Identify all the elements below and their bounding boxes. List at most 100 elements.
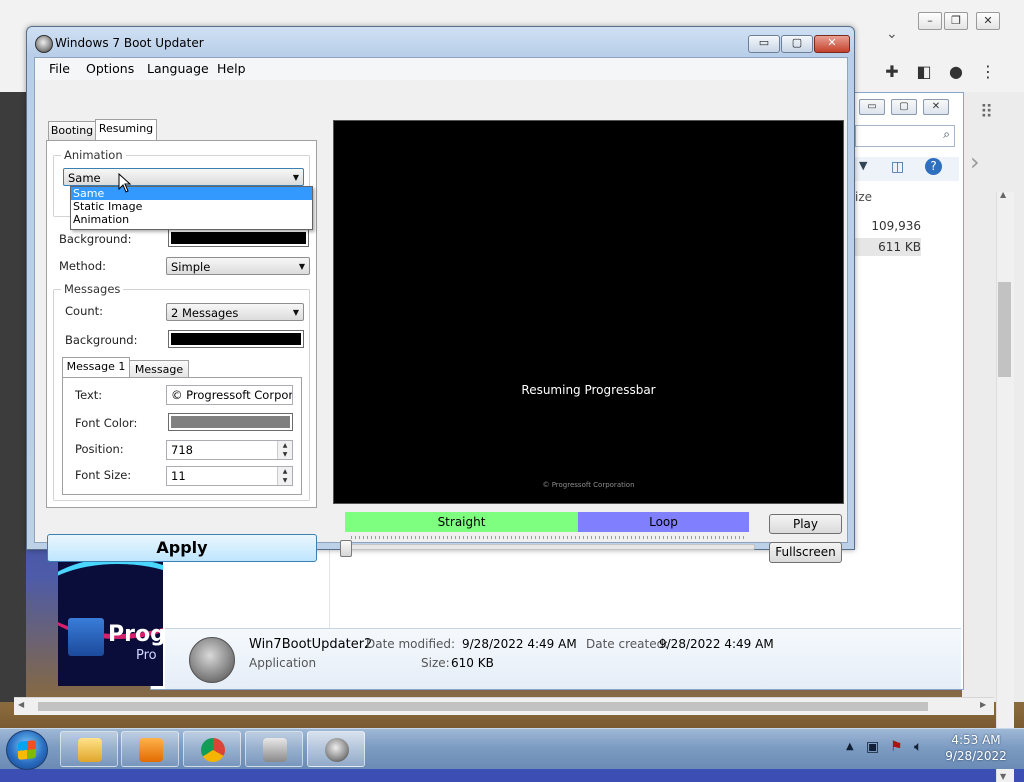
start-button[interactable]: [6, 730, 48, 770]
tab-booting[interactable]: Booting: [48, 121, 96, 140]
message-count-select[interactable]: 2 Messages ▼: [166, 303, 304, 321]
chevron-down-icon: ▼: [298, 262, 305, 271]
count-label: Count:: [65, 304, 104, 318]
page-vertical-scroll-thumb[interactable]: [998, 282, 1011, 377]
date-created-value: 9/28/2022 4:49 AM: [659, 637, 774, 651]
preview-copyright: © Progressoft Corporation: [542, 481, 635, 489]
menu-file[interactable]: File: [49, 61, 70, 76]
view-dropdown-icon[interactable]: ▼: [859, 159, 867, 172]
size-column-header[interactable]: ize: [855, 190, 959, 208]
messages-background-swatch[interactable]: [168, 330, 304, 348]
chrome-menu-icon[interactable]: ⋮: [976, 60, 1000, 84]
boot-preview-screen: Resuming Progressbar © Progressoft Corpo…: [333, 120, 844, 504]
tab-message-1[interactable]: Message 1: [62, 357, 130, 378]
font-size-stepper[interactable]: 11 ▲ ▼: [166, 466, 293, 486]
system-clock[interactable]: 4:53 AM 9/28/2022: [938, 732, 1014, 764]
next-arrow-icon[interactable]: ›: [970, 148, 980, 176]
taskbar-explorer[interactable]: [60, 731, 118, 767]
promo-image: Progr Pro: [58, 550, 163, 686]
taskbar-chrome[interactable]: [183, 731, 241, 767]
mouse-pointer-icon: [118, 173, 132, 193]
font-size-value: 11: [171, 469, 186, 483]
font-color-label: Font Color:: [75, 416, 138, 430]
menu-help[interactable]: Help: [217, 61, 246, 76]
animation-select-value: Same: [68, 171, 101, 185]
tab-resuming[interactable]: Resuming: [95, 119, 157, 141]
taskbar-boot-updater[interactable]: [307, 731, 365, 767]
file-size-cell[interactable]: 109,936 KB: [855, 217, 921, 251]
chrome-restore-button[interactable]: ❐: [944, 12, 968, 30]
chevron-down-icon: ▼: [292, 173, 299, 182]
explorer-maximize-button[interactable]: ▢: [891, 99, 917, 115]
animation-select[interactable]: Same ▼: [63, 168, 304, 186]
size-label: Size:: [421, 656, 450, 670]
menu-bar: File Options Language Help: [35, 58, 847, 80]
spin-arrows-icon[interactable]: ▲ ▼: [277, 467, 292, 485]
page-horizontal-scroll-thumb[interactable]: [38, 702, 928, 711]
scroll-right-icon[interactable]: ▶: [980, 700, 986, 709]
explorer-minimize-button[interactable]: ▭: [859, 99, 885, 115]
animation-option-same[interactable]: Same: [71, 187, 312, 200]
taskbar-app-box[interactable]: [245, 731, 303, 767]
slider-ticks: [351, 536, 747, 539]
network-icon[interactable]: ▣: [866, 739, 879, 755]
apps-grid-icon[interactable]: ⠿: [980, 102, 993, 123]
page-vertical-scrollbar[interactable]: ▲ ▼: [996, 190, 1014, 782]
position-stepper[interactable]: 718 ▲ ▼: [166, 440, 293, 460]
explorer-search-input[interactable]: ⌕: [855, 125, 955, 147]
fullscreen-button[interactable]: Fullscreen: [769, 542, 842, 563]
chrome-close-button[interactable]: ✕: [976, 12, 1000, 30]
background-label: Background:: [59, 232, 132, 246]
window-title: Windows 7 Boot Updater: [55, 36, 204, 50]
animation-option-animation[interactable]: Animation: [71, 213, 312, 226]
timeline-slider-thumb[interactable]: [340, 540, 352, 557]
extensions-icon[interactable]: ✚: [880, 60, 904, 84]
file-name: Win7BootUpdater2: [249, 637, 373, 652]
preview-pane-icon[interactable]: ◫: [891, 159, 904, 175]
scroll-down-icon[interactable]: ▼: [1000, 772, 1006, 781]
taskbar-media-player[interactable]: [121, 731, 179, 767]
messages-background-fill: [171, 333, 301, 345]
chrome-tab-dropdown-icon[interactable]: ⌄: [886, 26, 898, 42]
menu-language[interactable]: Language: [147, 61, 209, 76]
file-size-cell-selected[interactable]: 611 KB: [855, 238, 921, 256]
minimize-button[interactable]: ▭: [748, 35, 780, 53]
timeline-slider[interactable]: [345, 544, 755, 550]
action-center-icon[interactable]: ⚑: [890, 739, 903, 755]
chrome-page-right-area: ⠿ › ▲ ▼: [962, 92, 1024, 782]
text-label: Text:: [75, 388, 103, 402]
pane-divider[interactable]: [329, 538, 330, 628]
explorer-close-button[interactable]: ✕: [923, 99, 949, 115]
folder-icon: [78, 738, 102, 762]
page-horizontal-scrollbar[interactable]: ◀ ▶: [14, 697, 994, 715]
message-text-input[interactable]: © Progressoft Corporation: [166, 385, 293, 405]
spin-arrows-icon[interactable]: ▲ ▼: [277, 441, 292, 459]
menu-options[interactable]: Options: [86, 61, 134, 76]
timeline-straight-segment[interactable]: Straight: [345, 512, 578, 532]
date-created-label: Date created:: [586, 637, 669, 651]
profile-avatar-icon[interactable]: ●: [944, 60, 968, 84]
media-player-icon: [139, 738, 163, 762]
clock-time: 4:53 AM: [951, 733, 1001, 747]
font-color-swatch[interactable]: [168, 413, 293, 431]
method-select[interactable]: Simple ▼: [166, 257, 310, 275]
animation-dropdown-list: Same Static Image Animation: [70, 186, 313, 230]
timeline-loop-segment[interactable]: Loop: [578, 512, 749, 532]
close-button[interactable]: ✕: [814, 35, 850, 53]
position-value: 718: [171, 443, 193, 457]
show-hidden-icons-icon[interactable]: ▲: [846, 741, 854, 752]
scroll-left-icon[interactable]: ◀: [18, 700, 24, 709]
maximize-button[interactable]: ▢: [781, 35, 813, 53]
side-panel-icon[interactable]: ◧: [912, 60, 936, 84]
help-icon[interactable]: ?: [925, 158, 942, 175]
animation-option-static-image[interactable]: Static Image: [71, 200, 312, 213]
volume-icon[interactable]: 🔈︎: [914, 739, 922, 755]
apply-button[interactable]: Apply: [47, 534, 317, 562]
windows-logo-icon: [18, 740, 36, 760]
chrome-minimize-button[interactable]: –: [918, 12, 942, 30]
chrome-icon: [201, 738, 225, 762]
preview-progress-text: Resuming Progressbar: [521, 383, 656, 397]
scroll-up-icon[interactable]: ▲: [1000, 190, 1006, 199]
play-button[interactable]: Play: [769, 514, 842, 534]
background-color-swatch[interactable]: [168, 229, 309, 247]
